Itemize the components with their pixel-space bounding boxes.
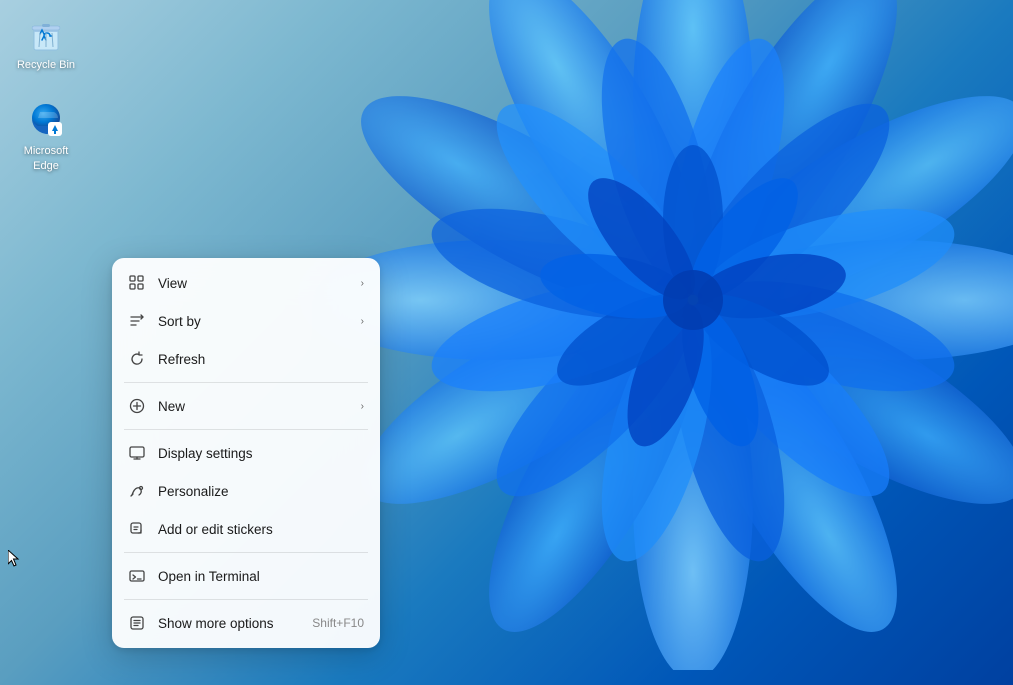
menu-item-stickers[interactable]: Add or edit stickers [112,510,380,548]
edge-label: Microsoft Edge [14,144,78,173]
new-label: New [158,399,349,414]
sort-label: Sort by [158,314,349,329]
menu-item-sort[interactable]: Sort by › [112,302,380,340]
menu-item-view[interactable]: View › [112,264,380,302]
desktop-icons: Recycle Bin [10,10,82,177]
bloom-wallpaper [313,0,1013,670]
refresh-icon [128,350,146,368]
recycle-bin-icon[interactable]: Recycle Bin [10,10,82,76]
menu-item-refresh[interactable]: Refresh [112,340,380,378]
microsoft-edge-icon[interactable]: Microsoft Edge [10,96,82,177]
more-options-label: Show more options [158,616,300,631]
view-label: View [158,276,349,291]
more-options-icon [128,614,146,632]
recycle-bin-label: Recycle Bin [17,58,75,72]
divider-3 [124,552,368,553]
menu-item-new[interactable]: New › [112,387,380,425]
terminal-icon [128,567,146,585]
menu-item-display[interactable]: Display settings [112,434,380,472]
display-icon [128,444,146,462]
menu-item-terminal[interactable]: Open in Terminal [112,557,380,595]
sort-arrow: › [361,316,364,327]
divider-1 [124,382,368,383]
view-icon [128,274,146,292]
new-icon [128,397,146,415]
display-label: Display settings [158,446,364,461]
more-options-shortcut: Shift+F10 [312,616,364,630]
refresh-label: Refresh [158,352,364,367]
personalize-label: Personalize [158,484,364,499]
divider-4 [124,599,368,600]
divider-2 [124,429,368,430]
terminal-label: Open in Terminal [158,569,364,584]
stickers-label: Add or edit stickers [158,522,364,537]
menu-item-more-options[interactable]: Show more options Shift+F10 [112,604,380,642]
stickers-icon [128,520,146,538]
edge-image [26,100,66,140]
view-arrow: › [361,278,364,289]
personalize-icon [128,482,146,500]
new-arrow: › [361,401,364,412]
menu-item-personalize[interactable]: Personalize [112,472,380,510]
recycle-bin-image [26,14,66,54]
context-menu: View › Sort by › Refresh [112,258,380,648]
mouse-cursor [8,550,20,568]
sort-icon [128,312,146,330]
